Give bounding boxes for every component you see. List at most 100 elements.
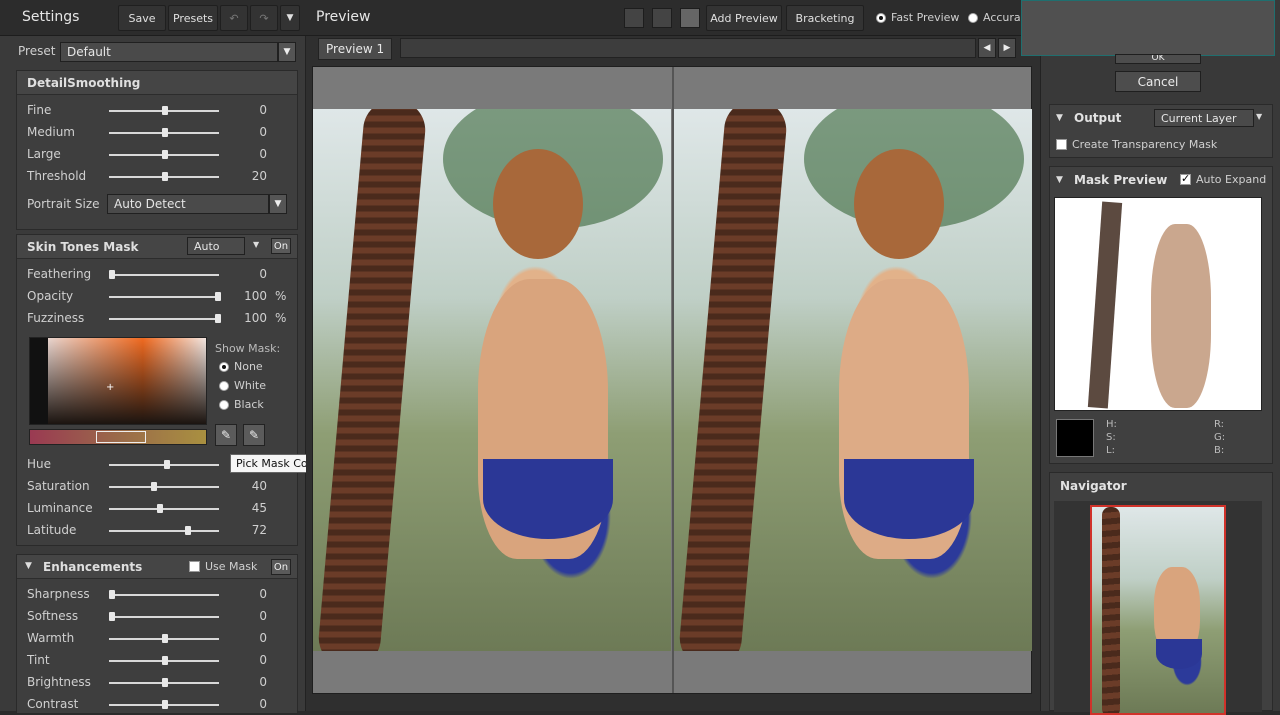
slider-handle[interactable] [162, 656, 168, 665]
split-vertical-view-icon[interactable] [680, 8, 700, 28]
slider-track[interactable] [109, 508, 219, 510]
collapse-triangle-icon[interactable]: ▼ [25, 561, 32, 571]
undo-icon[interactable]: ↶ [220, 5, 248, 31]
slider-row: Luminance 45 [17, 499, 299, 519]
skin-tones-header: Skin Tones Mask Auto ▼ On [17, 235, 297, 259]
slider-value: 0 [259, 675, 267, 689]
slider-handle[interactable] [109, 612, 115, 621]
slider-track[interactable] [109, 296, 219, 298]
slider-track[interactable] [109, 530, 219, 532]
mask-color-swatch[interactable] [1056, 419, 1094, 457]
slider-handle[interactable] [162, 634, 168, 643]
swimwear [483, 459, 613, 539]
tab-prev-arrow-icon[interactable]: ◀ [978, 38, 996, 58]
single-view-icon[interactable] [624, 8, 644, 28]
slider-handle[interactable] [109, 270, 115, 279]
slider-value: 72 [251, 523, 267, 537]
auto-expand-label: Auto Expand [1196, 173, 1267, 186]
preset-select[interactable]: Default [60, 42, 278, 62]
navigator-canvas[interactable] [1054, 501, 1262, 715]
portrait-size-select[interactable]: Auto Detect [107, 194, 269, 214]
transparency-mask-checkbox[interactable] [1056, 139, 1067, 150]
slider-handle[interactable] [157, 504, 163, 513]
tab-next-arrow-icon[interactable]: ▶ [998, 38, 1016, 58]
slider-handle[interactable] [164, 460, 170, 469]
slider-handle[interactable] [162, 172, 168, 181]
preset-dropdown-icon[interactable]: ▼ [278, 42, 296, 62]
redo-icon[interactable]: ↷ [250, 5, 278, 31]
save-button[interactable]: Save [118, 5, 166, 31]
slider-row: Opacity 100% [17, 287, 299, 307]
skin-mode-select[interactable]: Auto [187, 237, 245, 255]
preview-canvas[interactable] [312, 66, 1032, 694]
output-select[interactable]: Current Layer [1154, 109, 1254, 127]
mask-option-label: Black [234, 398, 264, 411]
slider-track[interactable] [109, 616, 219, 618]
slider-track[interactable] [109, 318, 219, 320]
slider-handle[interactable] [162, 678, 168, 687]
slider-label: Sharpness [27, 587, 90, 601]
mask-white-radio[interactable] [219, 381, 229, 391]
slider-handle[interactable] [162, 700, 168, 709]
slider-value: 100 [244, 289, 267, 303]
preview-toolbar: Preview Add Preview Bracketing Fast Prev… [306, 0, 1040, 36]
enhancements-header: ▼ Enhancements Use Mask On [17, 555, 297, 579]
slider-handle[interactable] [162, 128, 168, 137]
pick-mask-color-eyedropper-icon[interactable]: ✎ [215, 424, 237, 446]
slider-row: Contrast 0 [17, 695, 299, 715]
slider-handle[interactable] [162, 106, 168, 115]
slider-track[interactable] [109, 274, 219, 276]
navigator-viewport[interactable] [1090, 505, 1226, 715]
hue-range-marker[interactable] [96, 431, 146, 443]
slider-row: Hue [17, 455, 299, 475]
ok-button[interactable]: OK [1115, 54, 1201, 64]
slider-handle[interactable] [162, 150, 168, 159]
slider-track[interactable] [109, 486, 219, 488]
add-mask-color-eyedropper-icon[interactable]: ✎ [243, 424, 265, 446]
output-dropdown-icon[interactable]: ▼ [1256, 112, 1262, 121]
ok-overlay-box [1021, 0, 1275, 56]
mask-color-field[interactable]: + [29, 337, 207, 425]
slider-label: Opacity [27, 289, 74, 303]
slider-handle[interactable] [215, 292, 221, 301]
split-horizontal-view-icon[interactable] [652, 8, 672, 28]
slider-label: Contrast [27, 697, 79, 711]
presets-button[interactable]: Presets [168, 5, 218, 31]
skin-mode-dropdown-icon[interactable]: ▼ [253, 240, 259, 249]
slider-handle[interactable] [151, 482, 157, 491]
mask-none-radio[interactable] [219, 362, 229, 372]
preview-area: Preview Add Preview Bracketing Fast Prev… [306, 0, 1040, 711]
use-mask-checkbox[interactable] [189, 561, 200, 572]
slider-handle[interactable] [109, 590, 115, 599]
mask-preview-section: ▼ Mask Preview Auto Expand H: S: L: R: G… [1049, 166, 1273, 464]
auto-expand-checkbox[interactable] [1180, 172, 1191, 185]
slider-row: Feathering 0 [17, 265, 299, 285]
mask-black-radio[interactable] [219, 400, 229, 410]
skin-mask-on-button[interactable]: On [271, 238, 291, 254]
cancel-button[interactable]: Cancel [1115, 71, 1201, 92]
slider-handle[interactable] [185, 526, 191, 535]
accurate-preview-radio[interactable] [968, 13, 978, 23]
tab-preview-1[interactable]: Preview 1 [318, 38, 393, 60]
portrait-size-dropdown-icon[interactable]: ▼ [269, 194, 287, 214]
output-collapse-icon[interactable]: ▼ [1056, 113, 1063, 123]
add-preview-button[interactable]: Add Preview [706, 5, 782, 31]
skin-tones-mask-section: Skin Tones Mask Auto ▼ On Feathering 0 Opa… [16, 234, 328, 546]
slider-value: 40 [251, 479, 267, 493]
saturation-luminance-gradient[interactable] [48, 338, 206, 424]
slider-unit: % [275, 289, 287, 303]
hue-strip[interactable] [29, 429, 207, 445]
bracketing-button[interactable]: Bracketing [786, 5, 864, 31]
slider-row: Fuzziness 100% [17, 309, 299, 329]
mask-preview-collapse-icon[interactable]: ▼ [1056, 175, 1063, 185]
slider-track[interactable] [109, 594, 219, 596]
enhancements-on-button[interactable]: On [271, 559, 291, 575]
settings-menu-arrow-icon[interactable]: ▼ [280, 5, 300, 31]
transparency-mask-label: Create Transparency Mask [1072, 138, 1218, 151]
slider-row: Latitude 72 [17, 521, 299, 541]
use-mask-label: Use Mask [205, 560, 258, 573]
slider-row: Threshold 20 [17, 167, 299, 187]
slider-label: Luminance [27, 501, 93, 515]
slider-handle[interactable] [215, 314, 221, 323]
fast-preview-radio[interactable] [876, 13, 886, 23]
